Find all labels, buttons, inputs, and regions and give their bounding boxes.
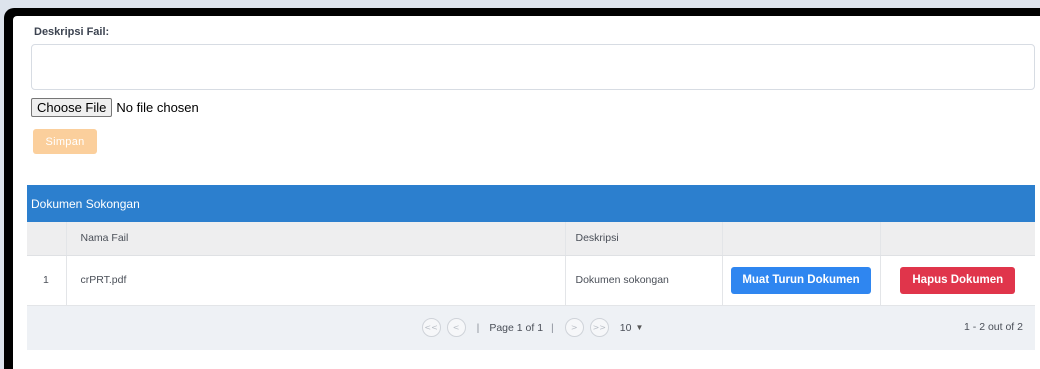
file-status-text: No file chosen (116, 100, 199, 115)
page-size-value: 10 (619, 321, 632, 334)
download-document-button[interactable]: Muat Turun Dokumen (731, 266, 871, 294)
description-input[interactable] (31, 44, 1035, 90)
description-label: Deskripsi Fail: (34, 26, 110, 38)
pager-separator: | (551, 321, 554, 334)
documents-title: Dokumen Sokongan (27, 185, 1035, 222)
last-page-icon[interactable]: >> (589, 318, 609, 337)
pager-separator: | (476, 321, 480, 334)
column-header-description[interactable]: Deskripsi (565, 222, 723, 256)
column-header-filename[interactable]: Nama Fail (66, 222, 566, 256)
record-count: 1 - 2 out of 2 (964, 320, 1023, 333)
file-picker: Choose File No file chosen (31, 98, 199, 117)
column-header-delete (880, 222, 1035, 256)
choose-file-button[interactable]: Choose File (31, 98, 113, 117)
column-header-download (722, 222, 881, 256)
next-page-icon[interactable]: > (564, 318, 584, 337)
save-button[interactable]: Simpan (33, 129, 97, 154)
download-cell: Muat Turun Dokumen (722, 255, 881, 306)
delete-document-button[interactable]: Hapus Dokumen (900, 266, 1016, 294)
table-header-row: Nama Fail Deskripsi (27, 222, 1035, 256)
page-indicator: Page 1 of 1 (489, 321, 544, 334)
table-row: 1 crPRT.pdf Dokumen sokongan Muat Turun … (27, 255, 1035, 306)
documents-panel: Dokumen Sokongan Nama Fail Deskripsi 1 c… (27, 185, 1035, 350)
caret-down-icon: ▼ (635, 323, 644, 332)
prev-page-icon[interactable]: < (446, 318, 466, 337)
file-name-cell: crPRT.pdf (66, 255, 566, 306)
documents-table: Nama Fail Deskripsi 1 crPRT.pdf Dokumen … (27, 222, 1035, 306)
row-number: 1 (27, 255, 67, 306)
page-size-select[interactable]: 10 ▼ (620, 322, 644, 334)
file-description-cell: Dokumen sokongan (565, 255, 723, 306)
column-header-number (27, 222, 67, 256)
pagination-bar: << < | Page 1 of 1 | > >> 10 ▼ 1 - 2 out… (27, 305, 1035, 350)
delete-cell: Hapus Dokumen (880, 255, 1035, 306)
first-page-icon[interactable]: << (421, 318, 441, 337)
